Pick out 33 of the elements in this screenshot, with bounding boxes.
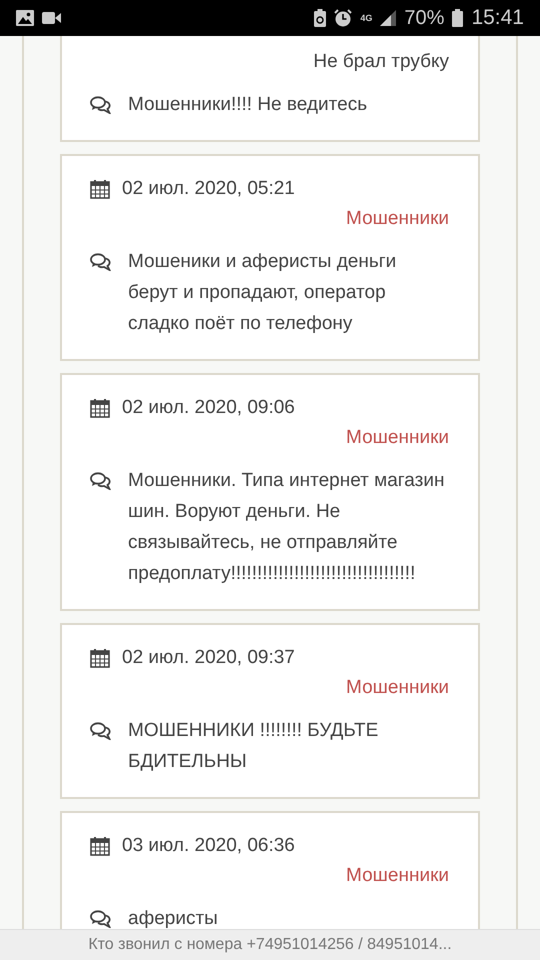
review-text: Мошенники. Типа интернет магазин шин. Воруют деньги. Не связывайтесь, не отправляйте предоплату!!!!!!!!!!!!!!!!!!!!!!!!!!!!!!!!!!! — [128, 469, 446, 586]
review-text: Мошенники!!!! Не ведитесь — [128, 93, 368, 117]
review-date: 02 июл. 2020, 05:21 — [122, 178, 295, 200]
video-camera-icon — [42, 12, 61, 24]
signal-icon — [380, 10, 396, 26]
image-icon — [16, 10, 34, 26]
network-type: 4G — [360, 13, 372, 23]
review-text: Мошеники и аферисты деньги берут и пропадают, оператор сладко поёт по телефону — [128, 250, 398, 336]
calendar-icon — [90, 398, 110, 418]
battery-saver-icon — [314, 9, 326, 27]
calendar-icon — [90, 836, 110, 856]
review-category: Не брал трубку — [313, 51, 449, 73]
comments-icon — [90, 722, 112, 740]
review-text: МОШЕННИКИ !!!!!!!! БУДЬТЕ БДИТЕЛЬНЫ — [128, 719, 380, 774]
battery-icon — [452, 9, 464, 27]
review-category: Мошенники — [346, 427, 449, 449]
battery-level: 70% — [404, 6, 444, 30]
clock: 15:41 — [471, 6, 524, 30]
comments-icon — [90, 910, 112, 928]
alarm-clock-icon — [334, 9, 352, 27]
review-date: 03 июл. 2020, 06:36 — [122, 835, 295, 857]
comments-icon — [90, 253, 112, 271]
review-text: аферисты — [128, 907, 218, 929]
review-category: Мошенники — [346, 208, 449, 230]
review-date: 02 июл. 2020, 09:37 — [122, 647, 295, 669]
page-title: Кто звонил с номера +74951014256 / 84951014... — [88, 936, 452, 954]
comments-icon — [90, 472, 112, 490]
comments-icon — [90, 96, 112, 114]
review-category: Мошенники — [346, 865, 449, 887]
calendar-icon — [90, 179, 110, 199]
calendar-icon — [90, 648, 110, 668]
review-category: Мошенники — [346, 677, 449, 699]
review-date: 02 июл. 2020, 09:06 — [122, 397, 295, 419]
